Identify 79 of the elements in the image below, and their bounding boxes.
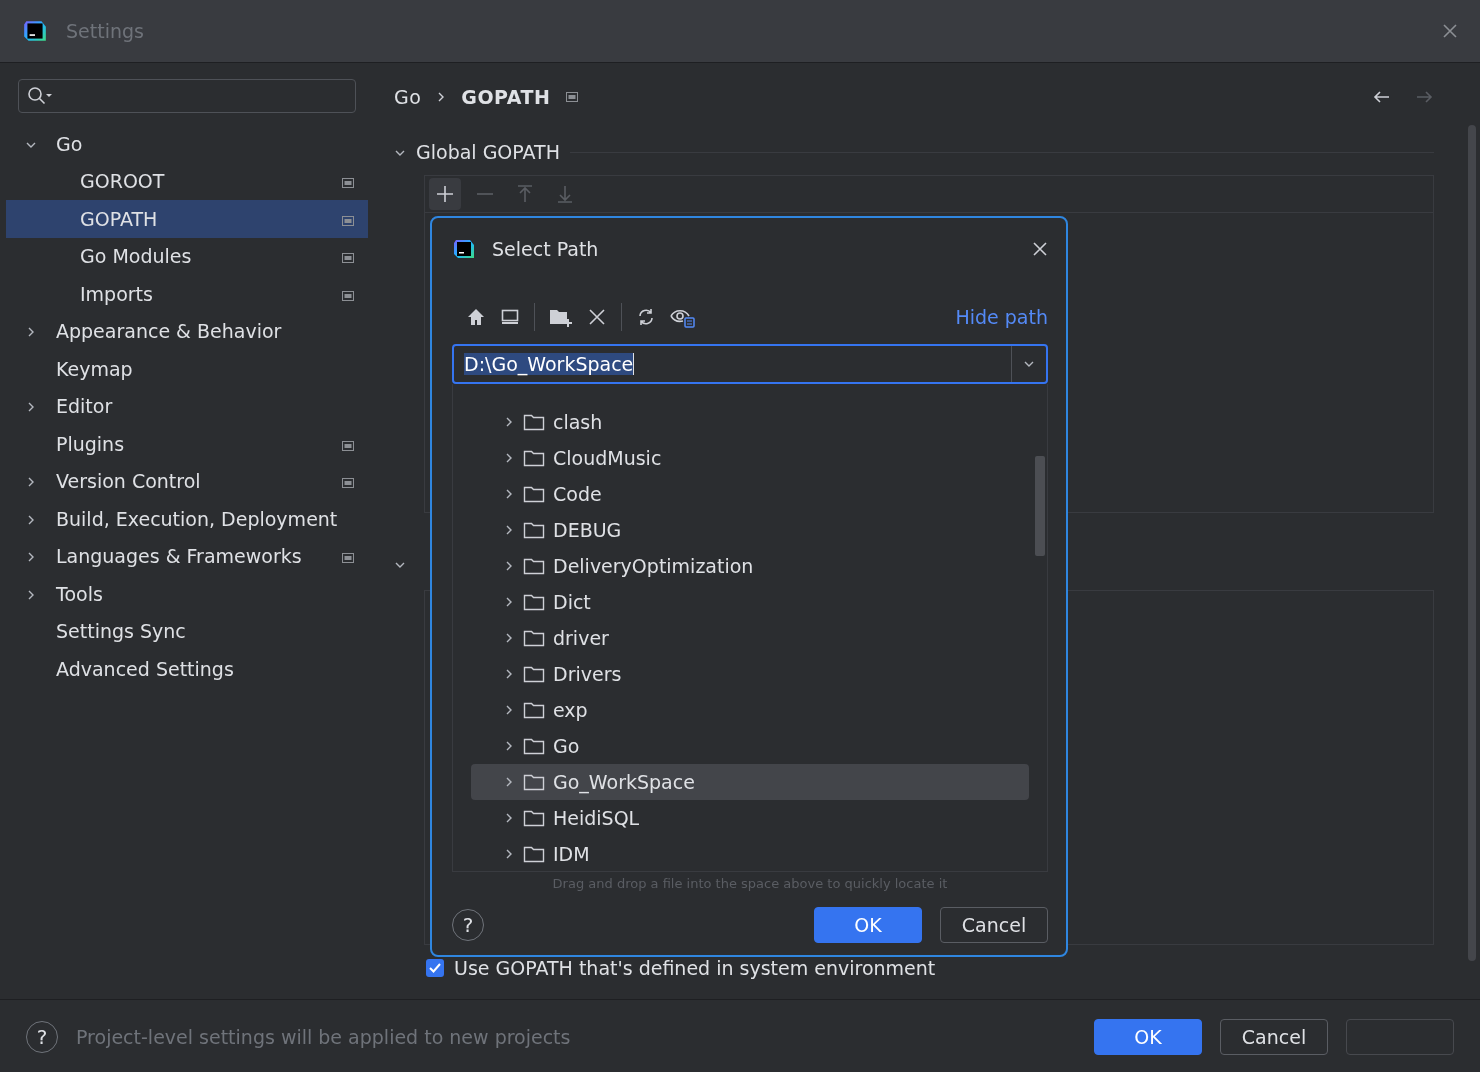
app-logo-icon [22, 18, 48, 44]
folder-icon [523, 449, 545, 467]
refresh-icon[interactable] [636, 307, 656, 327]
scrollbar-thumb[interactable] [1035, 456, 1045, 556]
project-scope-icon [342, 553, 354, 564]
home-icon[interactable] [466, 307, 486, 327]
folder-row[interactable]: IDM [471, 836, 1029, 871]
checkbox[interactable] [426, 959, 444, 977]
path-field[interactable]: D:\Go_WorkSpace [452, 344, 1048, 384]
scrollbar[interactable] [1468, 125, 1476, 961]
folder-row[interactable]: DEBUG [471, 512, 1029, 548]
folder-icon [523, 593, 545, 611]
sidebar-item[interactable]: Editor [6, 387, 368, 425]
hide-path-link[interactable]: Hide path [955, 306, 1048, 328]
search-icon [27, 86, 53, 106]
sidebar-item[interactable]: GOPATH [6, 200, 368, 238]
folder-row[interactable]: exp [471, 692, 1029, 728]
folder-icon [523, 701, 545, 719]
breadcrumb-item[interactable]: Go [394, 86, 422, 108]
section-title: Global GOPATH [416, 141, 560, 163]
window-title: Settings [66, 20, 145, 42]
project-scope-icon [342, 178, 354, 189]
folder-icon [523, 521, 545, 539]
app-logo-icon [452, 237, 476, 261]
folder-row[interactable]: driver [471, 620, 1029, 656]
search-field[interactable] [18, 79, 356, 113]
folder-row[interactable]: Code [471, 476, 1029, 512]
sidebar-item[interactable]: Plugins [6, 425, 368, 463]
sidebar-item[interactable]: Languages & Frameworks [6, 537, 368, 575]
folder-icon [523, 665, 545, 683]
folder-row[interactable]: DeliveryOptimization [471, 548, 1029, 584]
sidebar-item[interactable]: Settings Sync [6, 612, 368, 650]
sidebar-item[interactable]: Tools [6, 575, 368, 613]
folder-icon [523, 557, 545, 575]
folder-row[interactable]: Dict [471, 584, 1029, 620]
ok-button[interactable]: OK [1094, 1018, 1202, 1055]
folder-icon [523, 845, 545, 863]
folder-icon [523, 737, 545, 755]
plus-icon[interactable] [435, 184, 455, 204]
sidebar-item[interactable]: Version Control [6, 462, 368, 500]
ok-button[interactable]: OK [814, 907, 922, 943]
sidebar-item[interactable]: Keymap [6, 350, 368, 388]
folder-icon [523, 485, 545, 503]
project-scope-icon [342, 253, 354, 264]
sidebar-item[interactable]: Go Modules [6, 237, 368, 275]
project-scope-icon [342, 440, 354, 451]
sidebar-item[interactable]: Build, Execution, Deployment [6, 500, 368, 538]
delete-icon[interactable] [587, 307, 607, 327]
folder-row[interactable]: Go_WorkSpace [471, 764, 1029, 800]
folder-icon [523, 629, 545, 647]
folder-row[interactable]: CloudMusic [471, 440, 1029, 476]
cancel-button[interactable]: Cancel [940, 907, 1048, 943]
folder-icon [523, 413, 545, 431]
project-scope-icon [342, 478, 354, 489]
checkmark-icon [428, 961, 442, 975]
sidebar-item[interactable]: Appearance & Behavior [6, 312, 368, 350]
folder-row[interactable]: Drivers [471, 656, 1029, 692]
checkbox-label: Use GOPATH that's defined in system environment [454, 957, 936, 979]
folder-icon [523, 773, 545, 791]
project-scope-icon [566, 92, 579, 102]
project-scope-icon [342, 215, 354, 226]
sidebar-item[interactable]: Advanced Settings [6, 650, 368, 688]
folder-row[interactable]: Go [471, 728, 1029, 764]
sidebar-item[interactable]: GOROOT [6, 162, 368, 200]
folder-icon [523, 809, 545, 827]
breadcrumb-separator-icon [437, 91, 446, 103]
cancel-button[interactable]: Cancel [1220, 1018, 1328, 1055]
project-scope-icon [342, 290, 354, 301]
close-icon[interactable] [1032, 241, 1048, 257]
footer-note: Project-level settings will be applied to new projects [76, 1025, 572, 1048]
sidebar-item[interactable]: Imports [6, 275, 368, 313]
folder-row[interactable]: HeidiSQL [471, 800, 1029, 836]
breadcrumb-item[interactable]: GOPATH [461, 86, 551, 108]
add-button[interactable] [429, 178, 461, 210]
new-folder-icon[interactable] [549, 307, 573, 327]
folder-row[interactable]: clash [471, 404, 1029, 440]
desktop-icon[interactable] [500, 307, 520, 327]
dialog-title: Select Path [492, 238, 600, 260]
sidebar-item[interactable]: Go [6, 125, 368, 163]
